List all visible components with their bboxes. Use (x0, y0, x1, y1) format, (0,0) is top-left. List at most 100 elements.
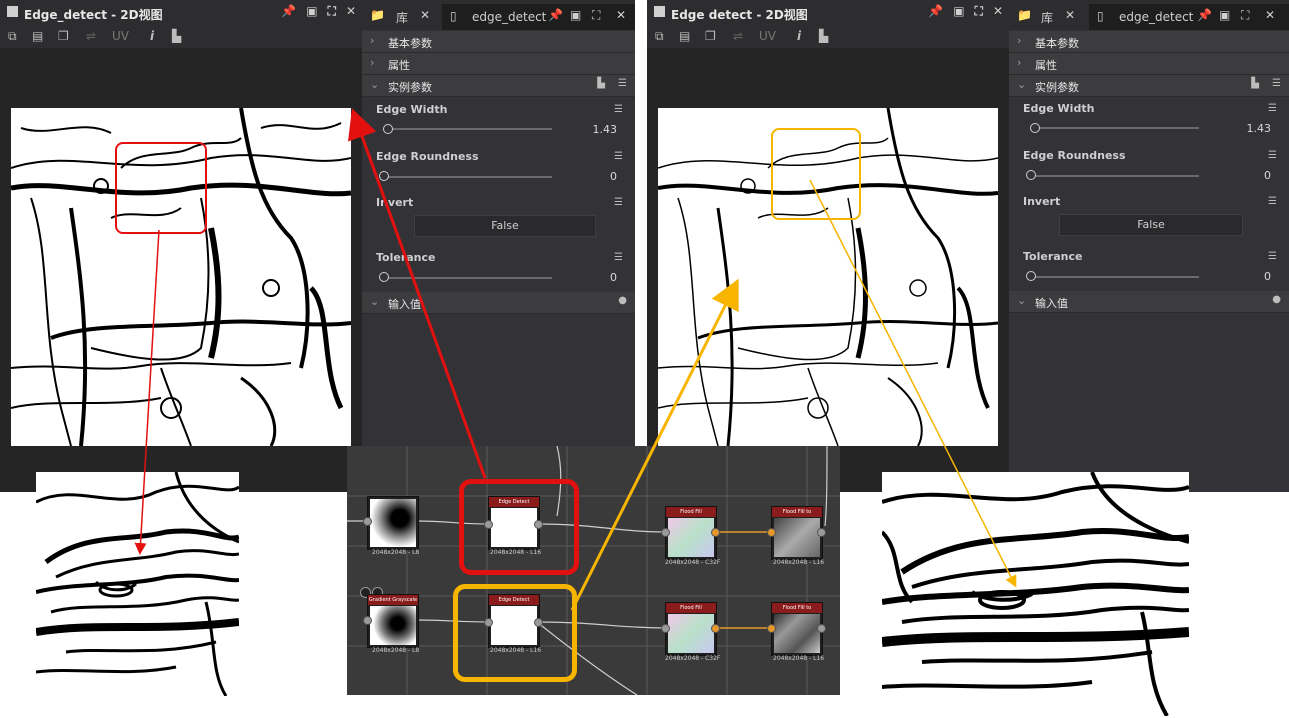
tab-library[interactable]: 库 (1041, 9, 1053, 26)
node-input-port[interactable] (363, 616, 372, 625)
restore-icon[interactable]: ▣ (306, 4, 317, 19)
tab-edge-detect[interactable]: edge_detect (1119, 10, 1193, 24)
info-circle-icon[interactable]: ● (1272, 294, 1281, 305)
tolerance-value[interactable]: 0 (1264, 270, 1271, 283)
node-output-port[interactable] (711, 528, 720, 537)
maximize-icon[interactable]: ⛶ (592, 8, 600, 23)
node-output-port[interactable] (817, 528, 826, 537)
node-graph[interactable]: 2048x2048 - L8 Edge Detect 2048x2048 - L… (347, 446, 840, 695)
edge-width-slider[interactable] (1031, 127, 1199, 129)
invert-toggle[interactable]: False (414, 215, 596, 237)
maximize-icon[interactable]: ⛶ (1241, 8, 1249, 23)
invert-toggle[interactable]: False (1059, 214, 1243, 236)
info-icon[interactable]: i (150, 29, 154, 43)
copy-icon[interactable]: ❐ (705, 29, 716, 43)
node-input-port[interactable] (767, 624, 776, 633)
save-icon[interactable]: ▤ (679, 29, 690, 43)
restore-icon[interactable]: ▣ (953, 4, 964, 19)
graph-node-flood-fill-2[interactable]: Flood Fill (665, 602, 717, 656)
uv-toggle[interactable]: UV (112, 29, 129, 43)
edge-width-knob[interactable] (1030, 123, 1040, 133)
edge-width-value[interactable]: 1.43 (593, 123, 618, 136)
section-input-values[interactable]: ⌄ 输入值 ● (1009, 291, 1289, 313)
graph-node-source[interactable] (367, 496, 419, 550)
param-menu-icon[interactable]: ☰ (1268, 103, 1277, 114)
edge-width-value[interactable]: 1.43 (1247, 122, 1272, 135)
param-menu-icon[interactable]: ☰ (614, 197, 623, 208)
param-menu-icon[interactable]: ☰ (614, 104, 623, 115)
close-library-tab-icon[interactable]: ✕ (420, 8, 430, 22)
menu-icon[interactable]: ☰ (618, 78, 627, 89)
tolerance-slider[interactable] (1031, 276, 1199, 278)
histogram-icon[interactable]: ▙ (172, 29, 181, 43)
channel-icon[interactable]: ⇌ (86, 29, 96, 43)
node-input-port[interactable] (363, 517, 372, 526)
graph-node-gradient-grayscale[interactable]: Gradient Grayscale (367, 594, 419, 648)
node-input-port[interactable] (767, 528, 776, 537)
section-instance-params[interactable]: ⌄ 实例参数 ▙ ☰ (1009, 75, 1289, 97)
copy-icon[interactable]: ❐ (58, 29, 69, 43)
edge-roundness-slider[interactable] (384, 176, 552, 178)
pin-icon[interactable]: 📌 (281, 4, 296, 19)
graph-node-flood-fill-random[interactable]: Flood Fill to Random (771, 602, 823, 656)
close-icon[interactable]: ✕ (993, 4, 1003, 19)
edge-width-slider[interactable] (384, 128, 552, 130)
histogram-icon[interactable]: ▙ (819, 29, 828, 43)
edge-roundness-value[interactable]: 0 (1264, 169, 1271, 182)
param-menu-icon[interactable]: ☰ (614, 252, 623, 263)
close-icon[interactable]: ✕ (1265, 8, 1275, 22)
export-icon[interactable]: ⧉ (655, 29, 664, 44)
node-output-port[interactable] (817, 624, 826, 633)
chevron-down-icon: ⌄ (1017, 78, 1027, 91)
node-output-port[interactable] (711, 624, 720, 633)
node-input-port[interactable] (661, 624, 670, 633)
edge-roundness-value[interactable]: 0 (610, 170, 617, 183)
edge-width-knob[interactable] (383, 124, 393, 134)
maximize-icon[interactable]: ⛶ (975, 4, 983, 19)
save-icon[interactable]: ▤ (32, 29, 43, 43)
export-icon[interactable]: ⧉ (8, 29, 17, 44)
tab-library[interactable]: 库 (396, 9, 408, 26)
section-properties[interactable]: › 属性 (1009, 53, 1289, 75)
edge-roundness-knob[interactable] (379, 171, 389, 181)
close-library-tab-icon[interactable]: ✕ (1065, 8, 1075, 22)
chevron-down-icon: ⌄ (1017, 294, 1027, 307)
tolerance-value[interactable]: 0 (610, 271, 617, 284)
menu-icon[interactable]: ☰ (1272, 78, 1281, 89)
graph-node-flood-fill-grayscale[interactable]: Flood Fill to Grayscale (771, 506, 823, 560)
section-basic-params[interactable]: › 基本参数 (362, 31, 635, 53)
tolerance-knob[interactable] (1026, 271, 1036, 281)
tolerance-knob[interactable] (379, 272, 389, 282)
node-input-port[interactable] (661, 528, 670, 537)
close-icon[interactable]: ✕ (616, 8, 626, 22)
graph-node-flood-fill-1[interactable]: Flood Fill (665, 506, 717, 560)
section-instance-params[interactable]: ⌄ 实例参数 ▙ ☰ (362, 75, 635, 97)
folder-icon[interactable]: 📁 (1017, 8, 1032, 22)
param-menu-icon[interactable]: ☰ (614, 151, 623, 162)
section-basic-params[interactable]: › 基本参数 (1009, 31, 1289, 53)
tolerance-slider[interactable] (384, 277, 552, 279)
preset-icon[interactable]: ▙ (1251, 78, 1259, 89)
channel-icon[interactable]: ⇌ (733, 29, 743, 43)
section-input-values[interactable]: ⌄ 输入值 ● (362, 292, 635, 314)
info-circle-icon[interactable]: ● (618, 295, 627, 306)
tab-edge-detect[interactable]: edge_detect (472, 10, 546, 24)
restore-icon[interactable]: ▣ (570, 8, 581, 22)
uv-toggle[interactable]: UV (759, 29, 776, 43)
section-properties[interactable]: › 属性 (362, 53, 635, 75)
param-menu-icon[interactable]: ☰ (1268, 196, 1277, 207)
pin-icon[interactable]: 📌 (928, 4, 943, 19)
info-icon[interactable]: i (797, 29, 801, 43)
maximize-icon[interactable]: ⛶ (328, 4, 336, 19)
folder-icon[interactable]: 📁 (370, 8, 385, 22)
edge-roundness-knob[interactable] (1026, 170, 1036, 180)
edge-roundness-slider[interactable] (1031, 175, 1199, 177)
pin-icon[interactable]: 📌 (548, 8, 563, 22)
close-icon[interactable]: ✕ (346, 4, 356, 19)
node-size-label: 2048x2048 - C32F (665, 655, 721, 662)
preset-icon[interactable]: ▙ (597, 78, 605, 89)
param-menu-icon[interactable]: ☰ (1268, 150, 1277, 161)
pin-icon[interactable]: 📌 (1197, 8, 1212, 22)
restore-icon[interactable]: ▣ (1219, 8, 1230, 22)
param-menu-icon[interactable]: ☰ (1268, 251, 1277, 262)
